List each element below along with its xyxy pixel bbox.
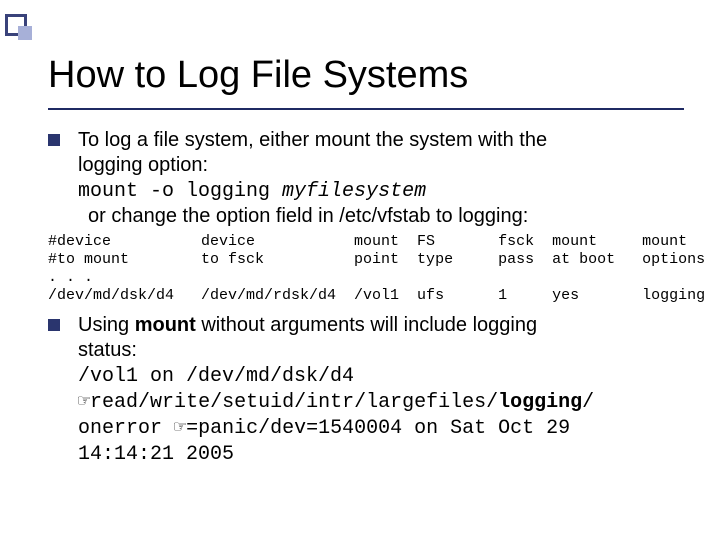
text: status: [78, 339, 137, 361]
text: logging option: [78, 154, 208, 176]
output-text: read/write/setuid/intr/largefiles/ [90, 391, 498, 414]
output-text: =panic/dev=1540004 on Sat Oct 29 [186, 417, 570, 440]
text: without arguments will include logging [196, 314, 537, 336]
text: To log a file system, either mount the s… [78, 129, 547, 151]
bullet-text: To log a file system, either mount the s… [78, 128, 547, 229]
title-underline [48, 108, 684, 110]
vfstab-line: #to mount to fsck point type pass at boo… [48, 251, 705, 268]
square-icon [18, 26, 32, 40]
pointer-icon: ☞ [78, 391, 90, 414]
command-arg: myfilesystem [282, 180, 426, 203]
text-bold: mount [135, 314, 196, 336]
output-text: / [582, 391, 594, 414]
output-text: /vol1 on /dev/md/dsk/d4 [78, 365, 354, 388]
bullet-icon [48, 319, 60, 331]
command-text: mount -o logging [78, 180, 282, 203]
output-text: onerror [78, 417, 174, 440]
vfstab-line: #device device mount FS fsck mount mount [48, 233, 687, 250]
bullet-item: Using mount without arguments will inclu… [48, 313, 684, 467]
text: or change the option field in /etc/vfsta… [78, 204, 528, 229]
output-text-bold: logging [498, 391, 582, 414]
vfstab-line: . . . [48, 269, 93, 286]
vfstab-block: #device device mount FS fsck mount mount… [48, 233, 684, 305]
output-text: 14:14:21 2005 [78, 443, 234, 466]
bullet-text: Using mount without arguments will inclu… [78, 313, 594, 467]
bullet-icon [48, 134, 60, 146]
content-area: To log a file system, either mount the s… [48, 128, 684, 471]
text: Using [78, 314, 135, 336]
pointer-icon: ☞ [174, 417, 186, 440]
vfstab-line: /dev/md/dsk/d4 /dev/md/rdsk/d4 /vol1 ufs… [48, 287, 705, 304]
slide: How to Log File Systems To log a file sy… [0, 0, 720, 540]
page-title: How to Log File Systems [48, 54, 468, 97]
bullet-item: To log a file system, either mount the s… [48, 128, 684, 229]
